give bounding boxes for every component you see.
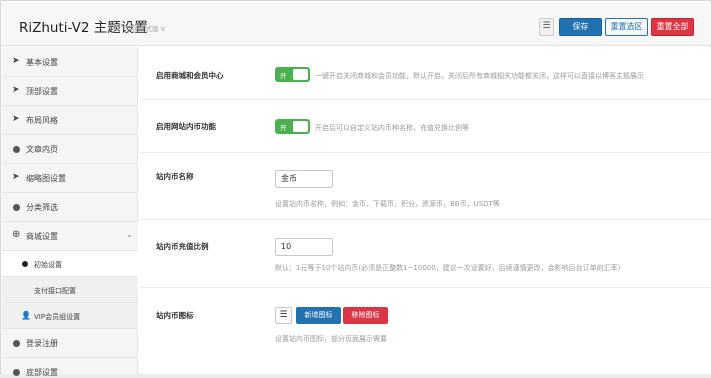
sidebar-item-label: 缩略图设置 bbox=[26, 174, 66, 183]
setting-row-enable-shop: 启用商城和会员中心 开 一键开启关闭商城和会员功能，默认开启，关闭后所有商城相关… bbox=[139, 47, 711, 100]
setting-label: 站内币充值比例 bbox=[156, 242, 209, 251]
save-button[interactable]: 保存 bbox=[559, 18, 602, 36]
sidebar-item-footer[interactable]: 底部设置 bbox=[2, 358, 138, 377]
setting-row-coin-name: 站内币名称 金币 设置站内币名称，例如：金币，下载币，积分，资源币，BB币，US… bbox=[139, 153, 711, 220]
sidebar-item-layout[interactable]: ➤ 布局风格 bbox=[2, 106, 138, 135]
sidebar-item-category-filter[interactable]: 分类筛选 bbox=[2, 193, 138, 222]
enable-coin-toggle[interactable]: 开 bbox=[275, 119, 310, 134]
header-bar: RiZhuti-V2 主题设置 会员正式版 V ☰ 保存 重置选区 重置全部 bbox=[2, 2, 711, 46]
paper-plane-icon: ➤ bbox=[12, 114, 20, 124]
plus-circle-icon: ⊕ bbox=[12, 229, 21, 240]
circle-icon bbox=[13, 369, 20, 376]
sidebar-item-shop[interactable]: ⊕ 商城设置 ⌄ bbox=[2, 222, 138, 251]
sidebar-item-basic[interactable]: ➤ 基本设置 bbox=[2, 48, 138, 77]
setting-description: 设置站内币名称，例如：金币，下载币，积分，资源币，BB币，USDT等 bbox=[275, 200, 500, 208]
sidebar-item-label: 顶部设置 bbox=[26, 87, 58, 96]
add-icon-button[interactable]: 新增图标 bbox=[296, 307, 341, 324]
sidebar-item-thumbnail[interactable]: ➤ 缩略图设置 bbox=[2, 164, 138, 193]
sidebar-item-login[interactable]: 登录注册 bbox=[2, 329, 138, 358]
sidebar-subitem-payment[interactable]: 支付接口配置 bbox=[2, 277, 138, 303]
setting-label: 启用商城和会员中心 bbox=[156, 71, 224, 80]
sidebar-item-label: 底部设置 bbox=[26, 368, 58, 377]
user-icon: 👤 bbox=[21, 311, 31, 320]
sidebar-item-label: 登录注册 bbox=[26, 339, 58, 348]
list-icon[interactable]: ☰ bbox=[539, 18, 554, 36]
settings-window: RiZhuti-V2 主题设置 会员正式版 V ☰ 保存 重置选区 重置全部 ➤… bbox=[0, 0, 711, 377]
remove-icon-button[interactable]: 移除图标 bbox=[343, 307, 388, 324]
circle-icon bbox=[13, 146, 20, 153]
sidebar-subitem-label: VIP会员组设置 bbox=[34, 313, 81, 321]
sidebar-item-label: 布局风格 bbox=[26, 116, 58, 125]
circle-icon bbox=[13, 340, 20, 347]
setting-description: 默认：1元等于10个站内币(必须是正整数1~10000，建议一次设置好，后续谨慎… bbox=[275, 264, 621, 272]
toggle-knob bbox=[293, 69, 308, 80]
setting-description: 一键开启关闭商城和会员功能，默认开启，关闭后所有商城相关功能都关闭，这样可以直接… bbox=[315, 72, 644, 80]
setting-label: 站内币名称 bbox=[156, 172, 194, 181]
sidebar-item-article[interactable]: 文章内页 bbox=[2, 135, 138, 164]
setting-description: 开启后可以自定义站内币种名称，充值兑换比例等 bbox=[315, 124, 469, 132]
setting-row-coin-ratio: 站内币充值比例 10 默认：1元等于10个站内币(必须是正整数1~10000，建… bbox=[139, 220, 711, 288]
sidebar-item-label: 基本设置 bbox=[26, 58, 58, 67]
paper-plane-icon: ➤ bbox=[12, 172, 20, 182]
reset-all-button[interactable]: 重置全部 bbox=[651, 18, 694, 36]
setting-row-enable-coin: 启用网站内币功能 开 开启后可以自定义站内币种名称，充值兑换比例等 bbox=[139, 100, 711, 153]
enable-shop-toggle[interactable]: 开 bbox=[275, 67, 310, 82]
sidebar-subitem-label: 初始设置 bbox=[34, 261, 62, 269]
toggle-label: 开 bbox=[280, 72, 287, 80]
reset-selection-button[interactable]: 重置选区 bbox=[605, 18, 648, 36]
sidebar-item-top[interactable]: ➤ 顶部设置 bbox=[2, 77, 138, 106]
chevron-down-icon: ⌄ bbox=[126, 230, 133, 239]
sidebar-item-label: 分类筛选 bbox=[26, 203, 58, 212]
sidebar-item-label: 商城设置 bbox=[26, 232, 58, 241]
toggle-knob bbox=[293, 121, 308, 132]
settings-panel: 启用商城和会员中心 开 一键开启关闭商城和会员功能，默认开启，关闭后所有商城相关… bbox=[139, 47, 711, 374]
sidebar: ➤ 基本设置 ➤ 顶部设置 ➤ 布局风格 文章内页 ➤ 缩略图设置 分类筛选 ⊕… bbox=[2, 47, 138, 377]
coin-stack-icon[interactable]: ☰ bbox=[275, 307, 292, 324]
sidebar-subitem-initial[interactable]: 初始设置 bbox=[2, 251, 138, 277]
paper-plane-icon: ➤ bbox=[12, 85, 20, 95]
setting-label: 站内币图标 bbox=[156, 311, 194, 320]
sidebar-subitem-vip[interactable]: 👤 VIP会员组设置 bbox=[2, 303, 138, 329]
setting-description: 设置站内币图标，部分页面展示需要 bbox=[275, 335, 387, 343]
circle-icon bbox=[22, 261, 28, 267]
version-label: 会员正式版 V bbox=[126, 25, 166, 33]
circle-icon bbox=[13, 204, 20, 211]
sidebar-subitem-label: 支付接口配置 bbox=[34, 287, 76, 295]
sidebar-item-label: 文章内页 bbox=[26, 145, 58, 154]
coin-ratio-input[interactable]: 10 bbox=[275, 238, 333, 256]
setting-label: 启用网站内币功能 bbox=[156, 122, 216, 131]
paper-plane-icon: ➤ bbox=[12, 56, 20, 66]
toggle-label: 开 bbox=[280, 124, 287, 132]
coin-name-input[interactable]: 金币 bbox=[275, 170, 333, 188]
setting-row-coin-icon: 站内币图标 设置站内币图标，部分页面展示需要 bbox=[139, 288, 711, 374]
